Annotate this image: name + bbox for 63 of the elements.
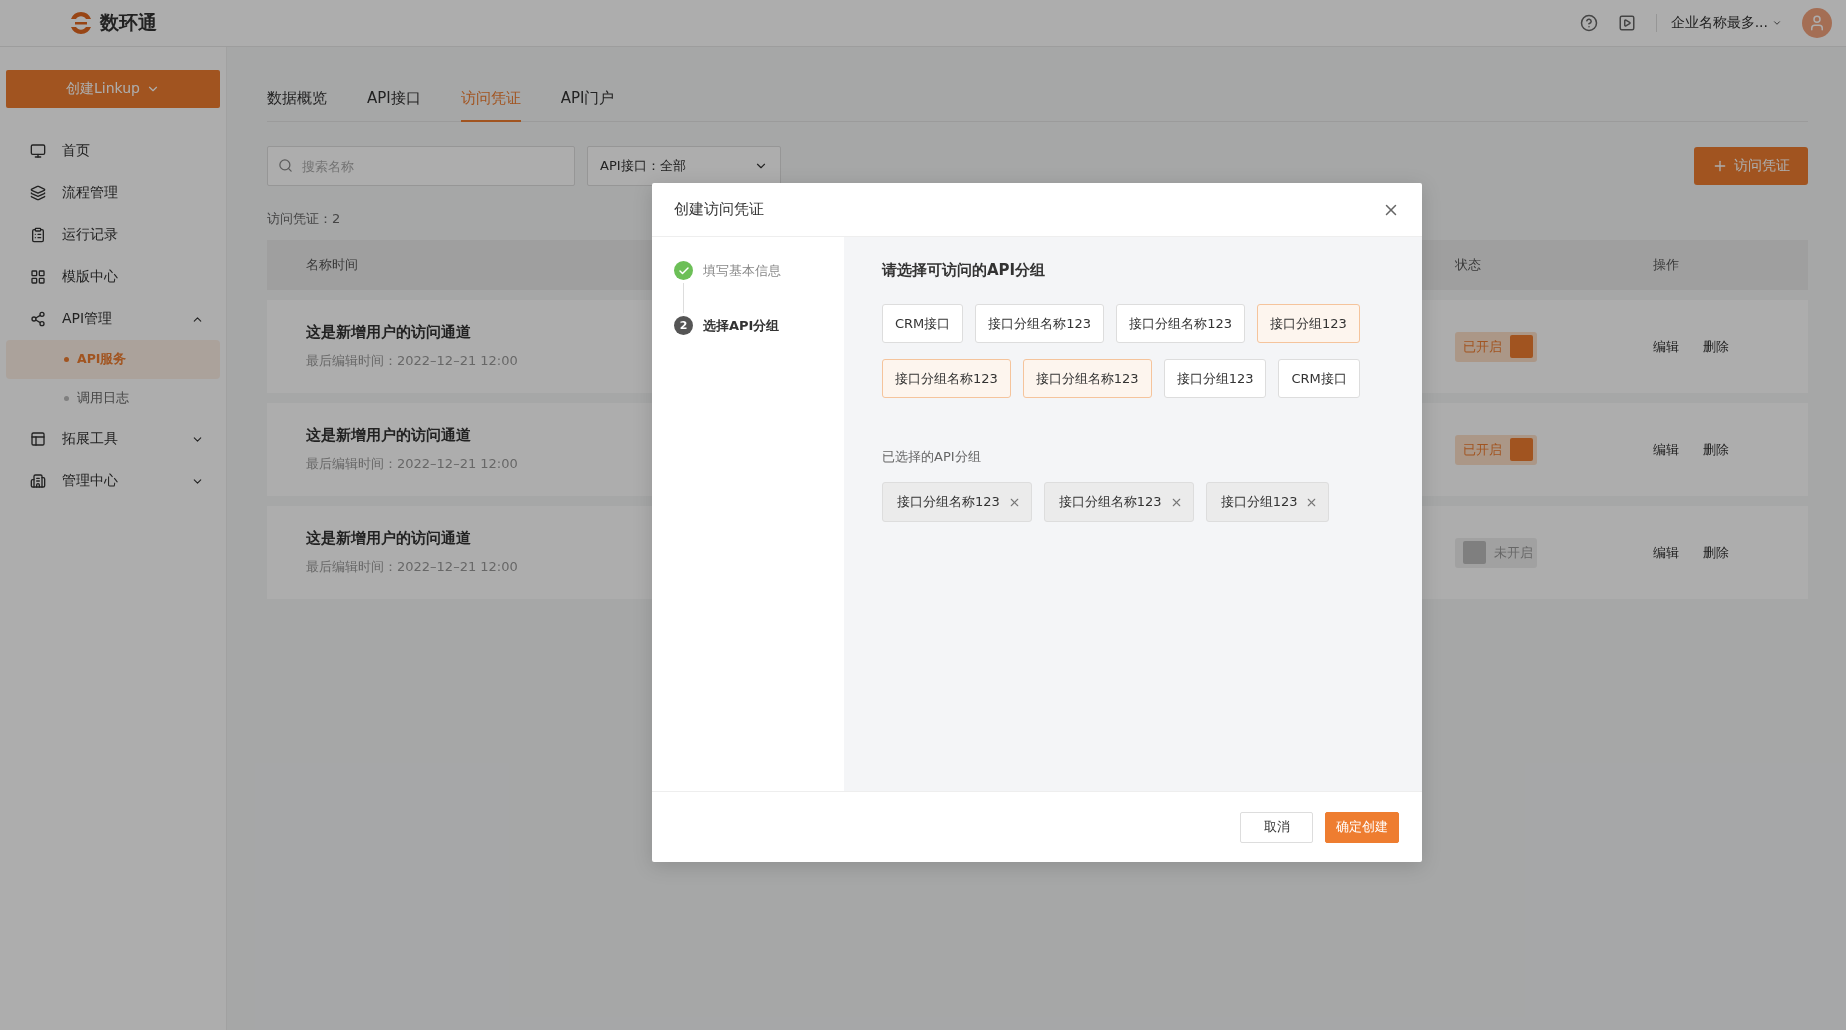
- api-group-option[interactable]: 接口分组123: [1163, 359, 1267, 398]
- tag-label: 接口分组名称123: [1058, 493, 1162, 511]
- plus-icon: [1712, 158, 1728, 174]
- section-heading: 请选择可访问的API分组: [882, 261, 1047, 280]
- layout-icon: [30, 431, 46, 447]
- tag-label: 接口分组123: [1220, 493, 1298, 511]
- nav-item[interactable]: 管理中心: [6, 460, 220, 502]
- search-icon: [278, 158, 293, 173]
- tab[interactable]: API门户: [560, 81, 615, 122]
- video-icon[interactable]: [1617, 14, 1636, 32]
- api-group-option[interactable]: 接口分组名称123: [1022, 359, 1152, 398]
- delete-link[interactable]: 删除: [1703, 337, 1729, 356]
- grid-icon: [30, 269, 46, 285]
- credential-name: 这是新增用户的访问通道: [306, 426, 471, 445]
- api-group-option[interactable]: 接口分组123: [1257, 304, 1360, 343]
- column-header: 名称时间: [306, 256, 358, 274]
- tab[interactable]: 数据概览: [267, 81, 327, 122]
- tag-label: 接口分组名称123: [897, 493, 1000, 511]
- logo-icon: [68, 10, 94, 36]
- layers-icon: [30, 185, 46, 201]
- nav-item[interactable]: 拓展工具: [6, 418, 220, 460]
- edit-time: 最后编辑时间：2022–12–21 12:00: [306, 455, 518, 473]
- column-header: 状态: [1455, 256, 1481, 274]
- nav-item[interactable]: 流程管理: [6, 172, 220, 214]
- nav-subitem[interactable]: 调用日志: [6, 379, 220, 418]
- step-label: 填写基本信息: [703, 261, 781, 280]
- step-number: 2: [674, 316, 693, 335]
- search-field[interactable]: 搜索名称: [267, 146, 575, 186]
- credential-count: 访问凭证：2: [267, 210, 341, 228]
- api-group-option[interactable]: CRM接口: [882, 304, 964, 343]
- api-group-option[interactable]: 接口分组名称123: [975, 304, 1105, 343]
- api-filter-select[interactable]: API接口：全部: [587, 146, 781, 186]
- api-group-option[interactable]: 接口分组名称123: [882, 359, 1011, 398]
- delete-link[interactable]: 删除: [1703, 440, 1729, 459]
- step-label: 选择API分组: [703, 316, 780, 335]
- dialog-title: 创建访问凭证: [674, 200, 764, 219]
- building-icon: [30, 473, 46, 489]
- avatar[interactable]: [1802, 8, 1832, 38]
- api-group-option[interactable]: 接口分组名称123: [1116, 304, 1245, 343]
- column-header: 操作: [1653, 256, 1679, 274]
- edit-link[interactable]: 编辑: [1653, 440, 1679, 459]
- api-group-option[interactable]: CRM接口: [1278, 359, 1360, 398]
- clipboard-icon: [30, 227, 46, 243]
- section-label: 已选择的API分组: [882, 448, 982, 466]
- caret-icon: [1772, 18, 1782, 28]
- nav-item[interactable]: 模版中心: [6, 256, 220, 298]
- credential-name: 这是新增用户的访问通道: [306, 529, 471, 548]
- edit-time: 最后编辑时间：2022–12–21 12:00: [306, 558, 518, 576]
- credential-name: 这是新增用户的访问通道: [306, 323, 471, 342]
- edit-link[interactable]: 编辑: [1653, 543, 1679, 562]
- network-icon: [30, 311, 46, 327]
- delete-link[interactable]: 删除: [1703, 543, 1729, 562]
- logo-text: 数环通: [100, 10, 157, 35]
- help-icon[interactable]: [1579, 14, 1598, 32]
- edit-link[interactable]: 编辑: [1653, 337, 1679, 356]
- company-menu[interactable]: 企业名称最多...: [1655, 14, 1782, 32]
- nav-item[interactable]: API管理: [6, 298, 220, 340]
- monitor-icon: [30, 143, 46, 159]
- cancel-button[interactable]: 取消: [1240, 811, 1313, 843]
- edit-time: 最后编辑时间：2022–12–21 12:00: [306, 352, 518, 370]
- nav-item[interactable]: 首页: [6, 130, 220, 172]
- nav-item[interactable]: 运行记录: [6, 214, 220, 256]
- tab[interactable]: API接口: [367, 81, 421, 122]
